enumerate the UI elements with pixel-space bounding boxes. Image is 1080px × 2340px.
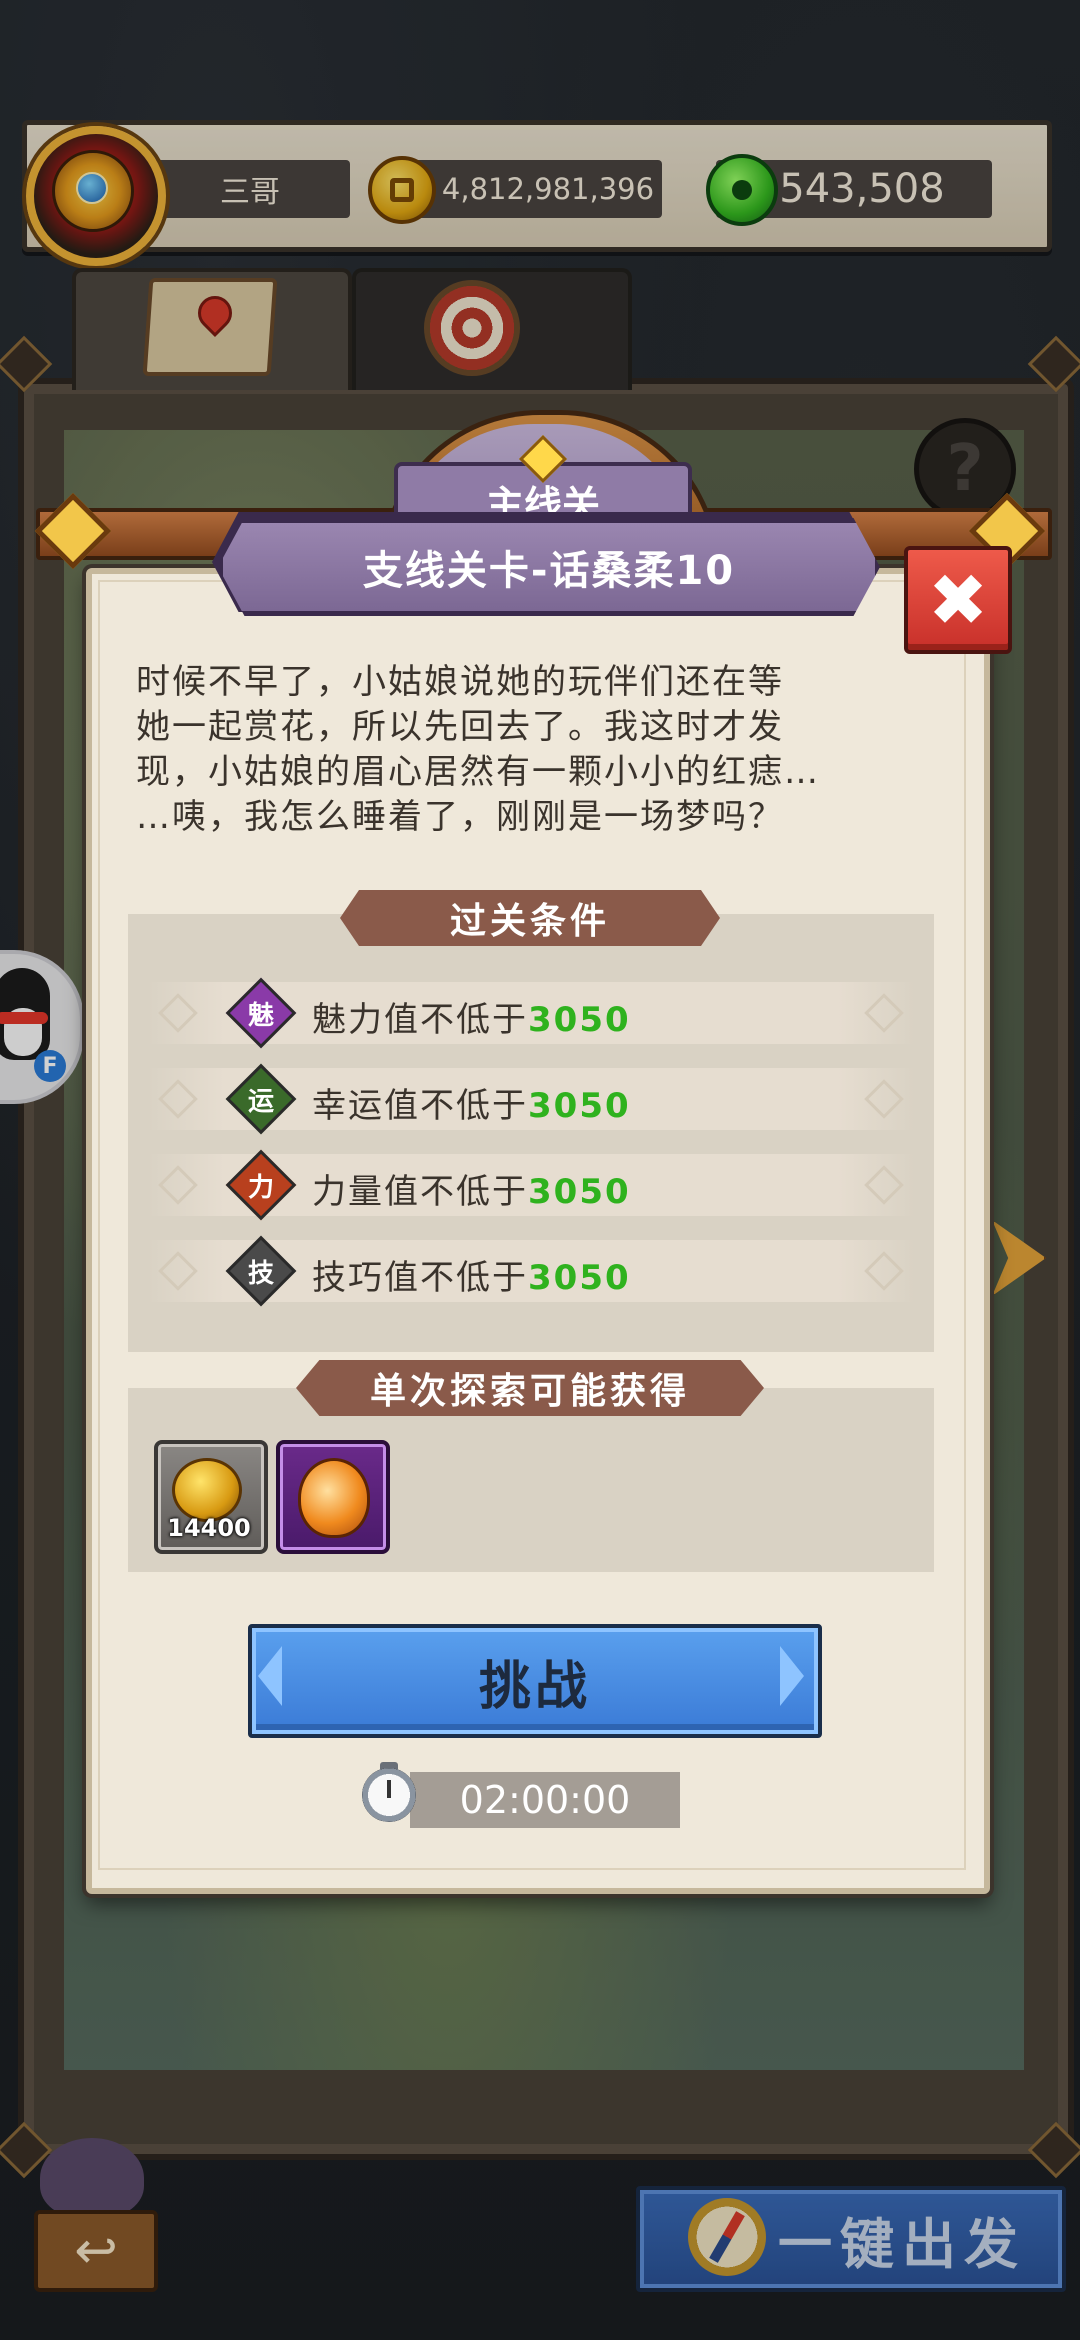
condition-value: 3050 [528, 1086, 631, 1126]
story-line: 时候不早了，小姑娘说她的玩伴们还在等 [136, 662, 784, 702]
close-button[interactable]: ✖ [904, 546, 1012, 654]
story-line: …咦，我怎么睡着了，刚刚是一场梦吗？ [136, 797, 784, 837]
fire-egg-icon [298, 1458, 370, 1538]
condition-value: 3050 [528, 1000, 631, 1040]
condition-value: 3050 [528, 1172, 631, 1212]
story-line: 她一起赏花，所以先回去了。我这时才发 [136, 707, 784, 747]
reward-count: 14400 [167, 1514, 251, 1542]
condition-text: 技巧值不低于3050 [312, 1258, 631, 1298]
condition-text: 魅力值不低于3050 [312, 1000, 631, 1040]
story-text: 时候不早了，小姑娘说她的玩伴们还在等 她一起赏花，所以先回去了。我这时才发 现，… [136, 660, 936, 840]
challenge-button[interactable]: 挑战 [248, 1624, 822, 1738]
stage-title: 支线关卡-话桑柔10 [218, 518, 880, 616]
condition-text: 力量值不低于3050 [312, 1172, 631, 1212]
strength-badge-char: 力 [247, 1172, 274, 1203]
condition-value: 3050 [528, 1258, 631, 1298]
skill-badge-char: 技 [247, 1258, 274, 1289]
story-line: 现，小姑娘的眉心居然有一颗小小的红痣… [136, 752, 820, 792]
cooldown-timer: 02:00:00 [410, 1772, 680, 1828]
rewards-title: 单次探索可能获得 [296, 1360, 764, 1416]
luck-badge-char: 运 [247, 1086, 274, 1117]
stopwatch-hand [387, 1780, 391, 1798]
charm-badge-char: 魅 [247, 1000, 274, 1031]
condition-text: 幸运值不低于3050 [312, 1086, 631, 1126]
conditions-title: 过关条件 [340, 890, 720, 946]
gold-coin-icon [172, 1458, 242, 1522]
